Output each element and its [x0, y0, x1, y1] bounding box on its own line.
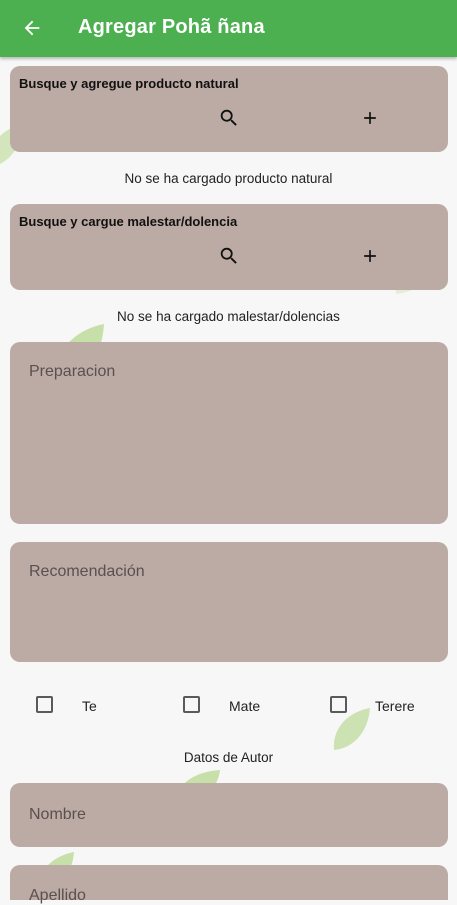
ailment-card: Busque y cargue malestar/dolencia [10, 204, 448, 290]
ailment-title: Busque y cargue malestar/dolencia [19, 214, 238, 229]
author-section-title: Datos de Autor [183, 750, 274, 765]
search-icon [220, 109, 237, 126]
recomendacion-field[interactable]: Recomendación [10, 542, 448, 662]
te-label: Te [82, 698, 97, 714]
page-title: Agregar Pohã ñana [78, 16, 265, 38]
add-natural-product-button[interactable] [356, 104, 384, 132]
terere-checkbox[interactable] [330, 696, 347, 713]
recomendacion-placeholder: Recomendación [29, 563, 145, 580]
nombre-placeholder: Nombre [29, 806, 86, 823]
app-bar: Agregar Pohã ñana [0, 0, 457, 57]
back-button[interactable] [18, 14, 46, 42]
plus-icon [364, 112, 376, 124]
mate-checkbox[interactable] [183, 696, 200, 713]
apellido-placeholder: Apellido [29, 887, 86, 904]
natural-product-empty-text: No se ha cargado producto natural [124, 171, 333, 186]
apellido-field[interactable]: Apellido [10, 865, 448, 904]
natural-product-card: Busque y agregue producto natural [10, 66, 448, 152]
add-ailment-button[interactable] [356, 242, 384, 270]
natural-product-title: Busque y agregue producto natural [19, 76, 239, 91]
te-checkbox[interactable] [36, 696, 53, 713]
nombre-field[interactable]: Nombre [10, 783, 448, 847]
plus-icon [364, 250, 376, 262]
ailment-empty-text: No se ha cargado malestar/dolencias [117, 309, 340, 324]
search-natural-product-button[interactable] [215, 104, 243, 132]
arrow-left-icon [24, 20, 40, 36]
preparacion-field[interactable]: Preparacion [10, 342, 448, 524]
mate-label: Mate [229, 698, 261, 714]
terere-label: Terere [375, 698, 415, 714]
preparacion-placeholder: Preparacion [29, 363, 116, 380]
drink-type-options: Te Mate Terere [0, 694, 457, 718]
search-icon [220, 247, 237, 264]
search-ailment-button[interactable] [215, 242, 243, 270]
